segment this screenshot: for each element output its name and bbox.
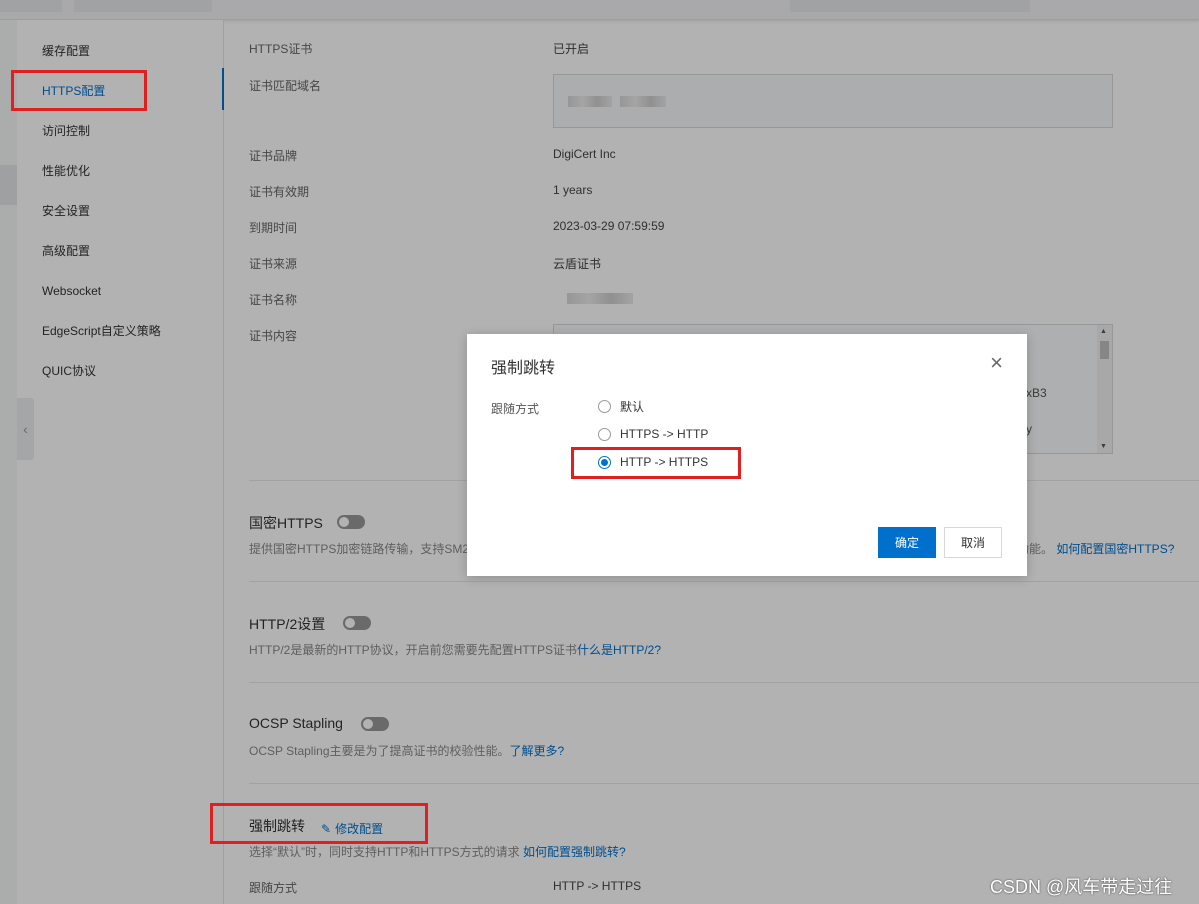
force-redirect-dialog: 强制跳转 × 跟随方式 默认 HTTPS -> HTTP HTTP -> HTT… [467,334,1027,576]
radio-button[interactable] [598,399,611,413]
cancel-button[interactable]: 取消 [944,527,1002,558]
watermark: CSDN @风车带走过往 [990,877,1173,897]
radio-label: HTTPS -> HTTP [620,427,709,441]
radio-label: 默认 [620,399,645,414]
close-icon[interactable]: × [990,352,1003,374]
dialog-follow-label: 跟随方式 [491,402,540,416]
annotation-box-force-redirect [210,803,428,844]
radio-option-https-to-http[interactable]: HTTPS -> HTTP [598,426,708,442]
annotation-box-https-nav [11,70,147,111]
radio-option-default[interactable]: 默认 [598,398,644,414]
radio-button[interactable] [598,427,611,441]
dialog-title: 强制跳转 [491,360,556,377]
annotation-box-http-to-https [571,447,741,479]
confirm-button[interactable]: 确定 [878,527,936,558]
